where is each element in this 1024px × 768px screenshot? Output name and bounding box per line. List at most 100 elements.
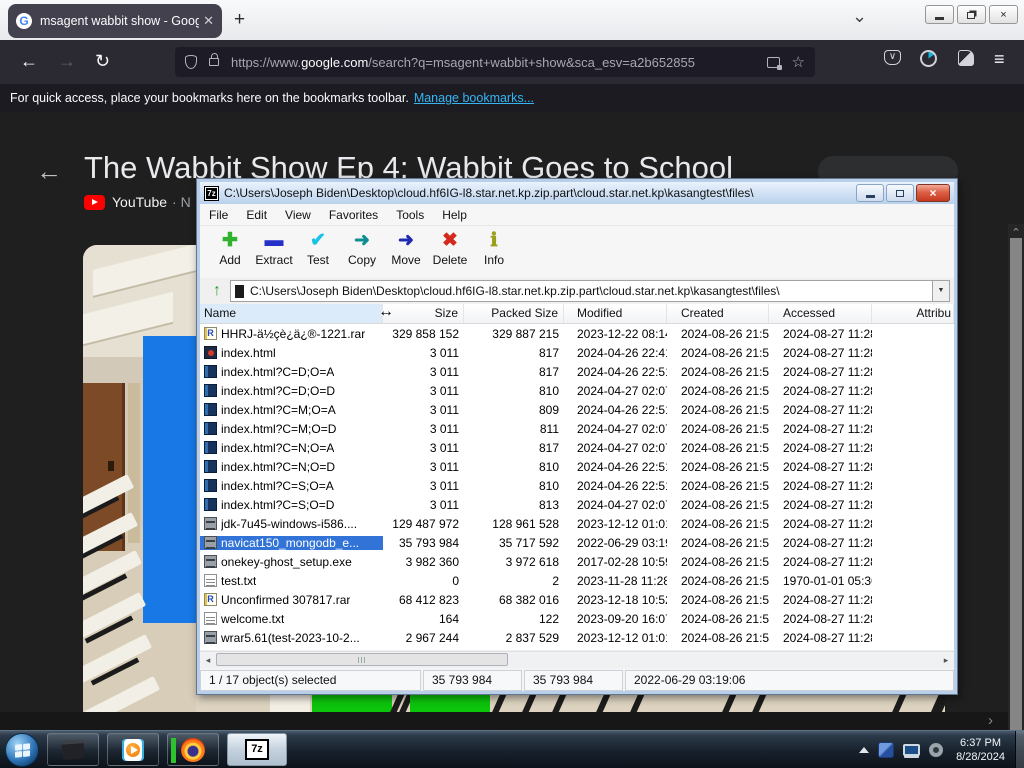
file-row[interactable]: index.html?C=S;O=A 3 011 810 2024-04-26 22:… — [200, 476, 954, 495]
address-combo[interactable]: C:\Users\Joseph Biden\Desktop\cloud.hf6I… — [230, 280, 950, 302]
new-tab-button[interactable]: + — [234, 10, 245, 30]
hidden-icons-arrow-icon[interactable] — [859, 747, 870, 753]
file-row[interactable]: R Unconfirmed 307817.rar 68 412 823 68 382 … — [200, 590, 954, 609]
taskbar-firefox-button[interactable] — [167, 733, 219, 766]
show-desktop-button[interactable] — [1015, 731, 1024, 768]
menu-favorites[interactable]: Favorites — [320, 208, 387, 222]
file-size-cell: 3 011 — [429, 459, 459, 474]
file-row[interactable]: index.html?C=D;O=D 3 011 810 2024-04-27 02:… — [200, 381, 954, 400]
column-header-modified[interactable]: Modified — [564, 304, 667, 323]
taskbar-dark-app-button[interactable] — [47, 733, 99, 766]
sevenzip-maximize-button[interactable] — [886, 184, 914, 202]
file-row[interactable]: index.html?C=D;O=A 3 011 817 2024-04-26 22:… — [200, 362, 954, 381]
restore-button[interactable] — [957, 5, 986, 24]
toolbar-test-button[interactable]: ✔ Test — [296, 226, 340, 278]
menu-tools[interactable]: Tools — [387, 208, 433, 222]
file-name-cell: wrar5.61(test-2023-10-2... — [200, 631, 383, 645]
sevenzip-titlebar[interactable]: 7z C:\Users\Joseph Biden\Desktop\cloud.h… — [200, 182, 954, 204]
menu-edit[interactable]: Edit — [237, 208, 276, 222]
sevenzip-close-button[interactable]: × — [916, 184, 950, 202]
toolbar-info-button[interactable]: ℹ Info — [472, 226, 516, 278]
parent-folder-icon[interactable]: ↑ — [204, 282, 230, 300]
url-text[interactable]: https://www.google.com/search?q=msagent+… — [231, 55, 755, 70]
file-name-cell: navicat150_mongodb_e... — [200, 535, 383, 550]
file-size-cell: 329 858 152 — [392, 326, 459, 341]
address-path[interactable]: C:\Users\Joseph Biden\Desktop\cloud.hf6I… — [250, 284, 932, 298]
browser-tab[interactable]: G msagent wabbit show - Googl ✕ — [8, 4, 222, 38]
scrollbar-thumb[interactable] — [1010, 238, 1022, 730]
start-button[interactable] — [5, 732, 39, 767]
file-row[interactable]: test.txt 0 2 2023-11-28 11:28 2024-08-26 21:… — [200, 571, 954, 590]
file-row[interactable]: index.html 3 011 817 2024-04-26 22:41 2024-0… — [200, 343, 954, 362]
hscroll-left-icon[interactable]: ◂ — [201, 654, 215, 666]
extension-icon[interactable] — [958, 50, 974, 66]
file-mod-cell: 2024-04-27 02:07 — [577, 383, 667, 398]
url-bar[interactable]: https://www.google.com/search?q=msagent+… — [175, 47, 815, 77]
toolbar-extract-button[interactable]: ▬ Extract — [252, 226, 296, 278]
back-icon[interactable]: ← — [20, 51, 38, 72]
hscroll-thumb[interactable] — [216, 653, 508, 666]
menu-file[interactable]: File — [200, 208, 237, 222]
taskbar-media-player-button[interactable] — [107, 733, 159, 766]
menu-hamburger-icon[interactable]: ≡ — [994, 49, 1004, 70]
column-header-packed-size[interactable]: Packed Size — [464, 304, 564, 323]
carousel-right-chevron-icon[interactable]: › — [988, 712, 993, 729]
video-thumbnail[interactable] — [83, 245, 196, 712]
toolbar-delete-button[interactable]: ✖ Delete — [428, 226, 472, 278]
source-label[interactable]: YouTube — [112, 194, 167, 210]
page-back-arrow-icon[interactable]: ← — [36, 156, 62, 187]
file-name-cell: R HHRJ-ä½çè¿ä¿®-1221.rar — [200, 327, 383, 341]
file-row[interactable]: onekey-ghost_setup.exe 3 982 360 3 972 618… — [200, 552, 954, 571]
close-button[interactable]: × — [989, 5, 1018, 24]
display-tray-icon[interactable] — [903, 744, 921, 756]
menu-view[interactable]: View — [276, 208, 320, 222]
strip-leg — [520, 695, 538, 712]
file-row[interactable]: navicat150_mongodb_e... 35 793 984 35 717 … — [200, 533, 954, 552]
bookmark-star-icon[interactable]: ☆ — [792, 53, 805, 71]
taskbar-clock[interactable]: 6:37 PM 8/28/2024 — [956, 736, 1005, 764]
sevenzip-addressbar: ↑ C:\Users\Joseph Biden\Desktop\cloud.hf… — [200, 278, 954, 304]
file-acc-cell: 2024-08-27 11:28 — [783, 497, 872, 512]
file-row[interactable]: index.html?C=M;O=A 3 011 809 2024-04-26 22:… — [200, 400, 954, 419]
column-header-size[interactable]: Size — [383, 304, 464, 323]
shield-icon[interactable] — [185, 55, 197, 69]
file-row[interactable]: R HHRJ-ä½çè¿ä¿®-1221.rar 329 858 152 329 88… — [200, 324, 954, 343]
address-dropdown-icon[interactable]: ▼ — [932, 281, 949, 301]
sevenzip-minimize-button[interactable] — [856, 184, 884, 202]
file-row[interactable]: index.html?C=S;O=D 3 011 813 2024-04-27 02:… — [200, 495, 954, 514]
browser-scrollbar[interactable]: ⌃ ⌄ — [1008, 224, 1024, 730]
exe-file-icon — [204, 631, 217, 644]
menu-help[interactable]: Help — [433, 208, 476, 222]
file-row[interactable]: index.html?C=M;O=D 3 011 811 2024-04-27 02:… — [200, 419, 954, 438]
file-row[interactable]: jdk-7u45-windows-i586.... 129 487 972 128 … — [200, 514, 954, 533]
file-pack-cell: 810 — [538, 459, 559, 474]
minimize-button[interactable] — [925, 5, 954, 24]
taskbar-sevenzip-button[interactable]: 7z — [227, 733, 287, 766]
security-tray-icon[interactable] — [878, 742, 895, 758]
column-header-attribu[interactable]: Attribu — [872, 304, 954, 323]
horizontal-scrollbar[interactable]: ◂ ▸ — [200, 651, 954, 667]
toolbar-add-button[interactable]: ✚ Add — [208, 226, 252, 278]
column-header-created[interactable]: Created — [667, 304, 769, 323]
file-row[interactable]: index.html?C=N;O=A 3 011 817 2024-04-27 02:… — [200, 438, 954, 457]
toolbar-copy-button[interactable]: ➜ Copy — [340, 226, 384, 278]
toolbar-move-button[interactable]: ➜ Move — [384, 226, 428, 278]
tab-close-icon[interactable]: ✕ — [203, 13, 214, 29]
hscroll-right-icon[interactable]: ▸ — [939, 654, 953, 666]
volume-tray-icon[interactable] — [929, 743, 944, 757]
screenshot-icon[interactable] — [766, 56, 782, 70]
pocket-icon[interactable]: ∨ — [884, 50, 901, 65]
reload-icon[interactable]: ↻ — [95, 51, 110, 72]
column-header-accessed[interactable]: Accessed — [769, 304, 872, 323]
column-header-name[interactable]: Name — [200, 304, 383, 323]
file-pack-cell: 810 — [538, 383, 559, 398]
manage-bookmarks-link[interactable]: Manage bookmarks... — [414, 91, 534, 105]
file-row[interactable]: index.html?C=N;O=D 3 011 810 2024-04-26 22:… — [200, 457, 954, 476]
forward-icon[interactable]: → — [58, 51, 76, 72]
pie-timer-extension-icon[interactable] — [920, 50, 937, 67]
lock-icon[interactable] — [209, 53, 219, 66]
file-row[interactable]: wrar5.61(test-2023-10-2... 2 967 244 2 837… — [200, 628, 954, 647]
tab-list-chevron-icon[interactable]: ⌄ — [852, 6, 867, 27]
desktop: G msagent wabbit show - Googl ✕ + ⌄ × ← … — [0, 0, 1024, 768]
file-row[interactable]: welcome.txt 164 122 2023-09-20 16:07 2024-08… — [200, 609, 954, 628]
